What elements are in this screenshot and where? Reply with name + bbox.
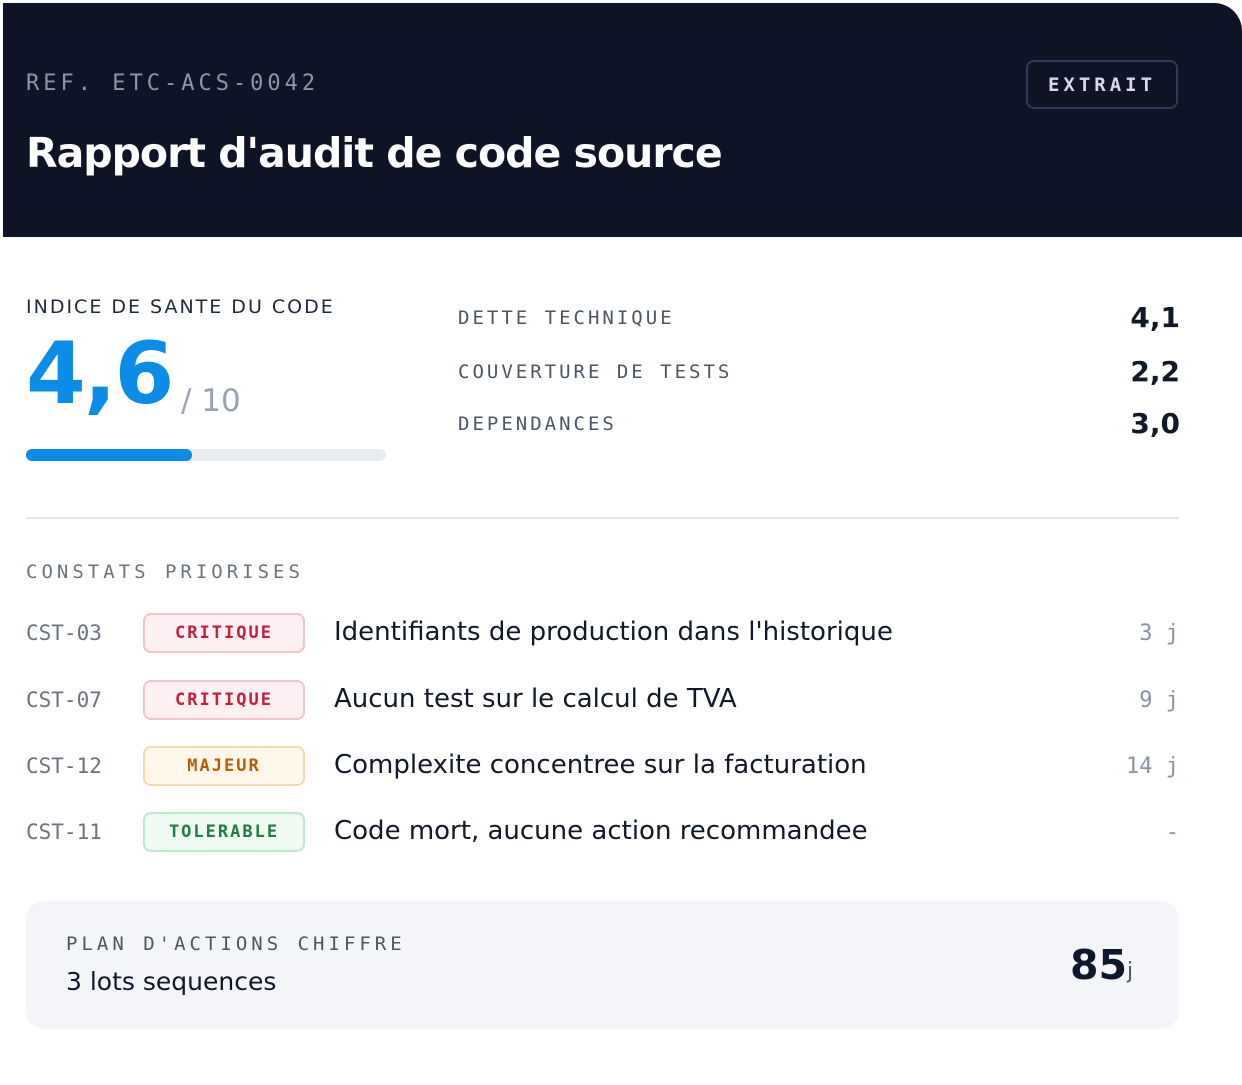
- action-plan-label: PLAN D'ACTIONS CHIFFRE: [66, 933, 406, 955]
- report-reference: REF. ETC-ACS-0042: [26, 71, 320, 96]
- action-plan-total: 85: [1070, 941, 1128, 989]
- metric-value: 2,2: [1130, 355, 1180, 388]
- metric-dette-technique: DETTE TECHNIQUE 4,1: [458, 299, 1180, 339]
- finding-id: CST-07: [26, 688, 102, 712]
- finding-row: CST-12 MAJEUR Complexite concentree sur …: [26, 746, 1179, 788]
- health-index-max: / 10: [181, 383, 241, 419]
- action-plan-unit: j: [1127, 959, 1134, 984]
- finding-row: CST-07 CRITIQUE Aucun test sur le calcul…: [26, 680, 1179, 722]
- severity-badge: TOLERABLE: [143, 812, 305, 852]
- finding-row: CST-03 CRITIQUE Identifiants de producti…: [26, 613, 1179, 655]
- finding-effort: 14 j: [1126, 754, 1179, 779]
- finding-effort: -: [1165, 820, 1179, 845]
- metric-couverture-tests: COUVERTURE DE TESTS 2,2: [458, 353, 1180, 393]
- health-index-label: INDICE DE SANTE DU CODE: [26, 296, 335, 318]
- action-plan-subtitle: 3 lots sequences: [66, 967, 277, 996]
- health-index-value: 4,6: [26, 324, 174, 424]
- severity-badge: CRITIQUE: [143, 680, 305, 720]
- finding-id: CST-11: [26, 820, 102, 844]
- finding-id: CST-03: [26, 621, 102, 645]
- finding-description: Identifiants de production dans l'histor…: [334, 617, 893, 647]
- finding-row: CST-11 TOLERABLE Code mort, aucune actio…: [26, 812, 1179, 854]
- finding-description: Aucun test sur le calcul de TVA: [334, 684, 737, 714]
- action-plan-panel: PLAN D'ACTIONS CHIFFRE 3 lots sequences …: [26, 901, 1179, 1029]
- section-divider: [26, 517, 1179, 519]
- finding-description: Code mort, aucune action recommandee: [334, 816, 868, 846]
- findings-section-title: CONSTATS PRIORISES: [26, 561, 304, 583]
- metric-dependances: DEPENDANCES 3,0: [458, 405, 1180, 445]
- health-progress-bar: [26, 449, 386, 461]
- severity-badge: MAJEUR: [143, 746, 305, 786]
- metric-label: DETTE TECHNIQUE: [458, 307, 675, 329]
- severity-badge: CRITIQUE: [143, 613, 305, 653]
- finding-effort: 3 j: [1139, 621, 1179, 646]
- metric-value: 4,1: [1130, 301, 1180, 334]
- audit-report-card: REF. ETC-ACS-0042 Rapport d'audit de cod…: [3, 3, 1242, 1085]
- metric-value: 3,0: [1130, 407, 1180, 440]
- extrait-badge: EXTRAIT: [1026, 60, 1178, 109]
- finding-id: CST-12: [26, 754, 102, 778]
- finding-effort: 9 j: [1139, 688, 1179, 713]
- report-title: Rapport d'audit de code source: [26, 129, 723, 177]
- metric-label: COUVERTURE DE TESTS: [458, 361, 733, 383]
- health-progress-fill: [26, 449, 192, 461]
- metric-label: DEPENDANCES: [458, 413, 617, 435]
- finding-description: Complexite concentree sur la facturation: [334, 750, 867, 780]
- report-header: REF. ETC-ACS-0042 Rapport d'audit de cod…: [3, 3, 1242, 237]
